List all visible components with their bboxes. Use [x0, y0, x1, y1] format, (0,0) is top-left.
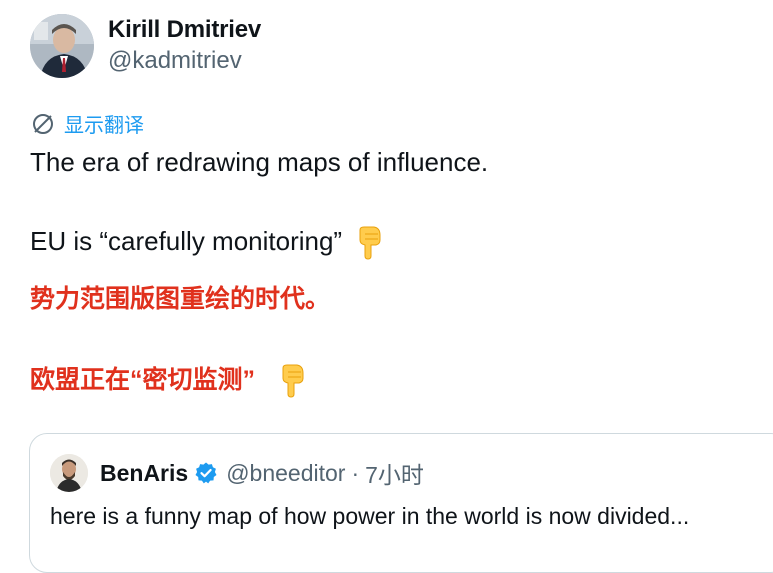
tweet-text-line-3: 势力范围版图重绘的时代。 [30, 285, 331, 313]
quoted-author-handle[interactable]: @bneeditor [226, 460, 345, 487]
show-translation-button[interactable]: 显示翻译 [31, 109, 144, 138]
tweet-text-line-4-text: 欧盟正在“密切监测” [30, 366, 256, 394]
tweet-header: Kirill Dmitriev @kadmitriev [30, 14, 261, 78]
quoted-timestamp[interactable]: 7小时 [365, 456, 424, 490]
pointing-down-emoji [354, 226, 384, 260]
separator-dot: · [351, 459, 360, 486]
quoted-tweet-header: BenAris @bneeditor · 7小时 [50, 454, 424, 492]
tweet-text-line-4: 欧盟正在“密切监测” [30, 363, 307, 398]
quoted-author-avatar[interactable] [50, 454, 88, 492]
tweet-text-line-2: EU is “carefully monitoring” [30, 224, 384, 260]
tweet-text-line-1: The era of redrawing maps of influence. [30, 147, 489, 177]
author-avatar[interactable] [30, 14, 94, 78]
verified-badge-icon [195, 462, 217, 484]
show-translation-label: 显示翻译 [64, 115, 144, 137]
quoted-tweet-card[interactable]: BenAris @bneeditor · 7小时 here is a funny… [29, 433, 773, 573]
quoted-tweet-text: here is a funny map of how power in the … [50, 503, 690, 529]
tweet-text-line-2-text: EU is “carefully monitoring” [30, 226, 343, 256]
author-handle[interactable]: @kadmitriev [108, 45, 261, 77]
author-display-name[interactable]: Kirill Dmitriev [108, 15, 261, 45]
quoted-author-display-name[interactable]: BenAris [100, 460, 188, 487]
translate-icon [33, 113, 53, 134]
pointing-down-emoji [277, 364, 307, 398]
